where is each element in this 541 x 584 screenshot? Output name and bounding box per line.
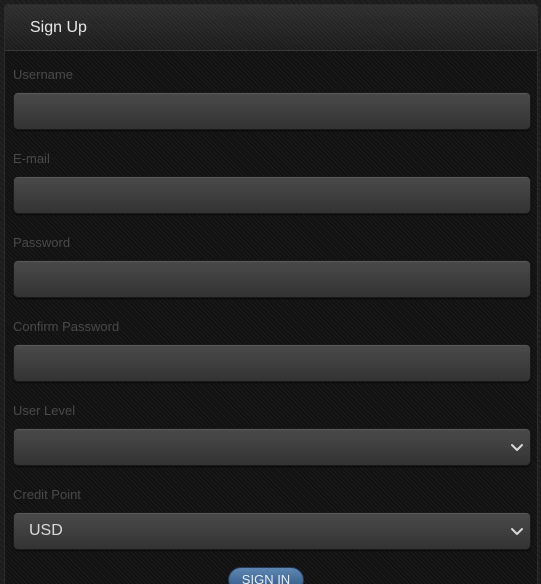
username-label: Username (13, 67, 73, 82)
credit-point-label: Credit Point (13, 487, 81, 502)
sign-in-button[interactable]: SIGN IN (228, 567, 304, 584)
confirm-password-field-group: Confirm Password (13, 303, 533, 387)
signup-form: Username E-mail Password Confirm Passwor… (5, 51, 537, 555)
chevron-down-icon (511, 444, 523, 451)
user-level-field-group: User Level (13, 387, 533, 471)
user-level-label: User Level (13, 403, 76, 418)
page: Sign Up Username E-mail Password Confirm… (0, 0, 541, 584)
email-field-group: E-mail (13, 135, 533, 219)
email-input[interactable] (13, 176, 531, 214)
email-label: E-mail (13, 151, 50, 166)
credit-point-selected-value: USD (29, 522, 63, 539)
chevron-down-icon (511, 528, 523, 535)
credit-point-select[interactable]: USD (13, 512, 531, 550)
username-input[interactable] (13, 92, 531, 130)
panel-header: Sign Up (5, 5, 537, 51)
password-input[interactable] (13, 260, 531, 298)
password-field-group: Password (13, 219, 533, 303)
signup-panel: Sign Up Username E-mail Password Confirm… (4, 4, 538, 584)
confirm-password-label: Confirm Password (13, 319, 120, 334)
user-level-select[interactable] (13, 428, 531, 466)
password-label: Password (13, 235, 71, 250)
confirm-password-input[interactable] (13, 344, 531, 382)
panel-title: Sign Up (30, 19, 87, 36)
username-field-group: Username (13, 51, 533, 135)
credit-point-field-group: Credit Point USD (13, 471, 533, 555)
